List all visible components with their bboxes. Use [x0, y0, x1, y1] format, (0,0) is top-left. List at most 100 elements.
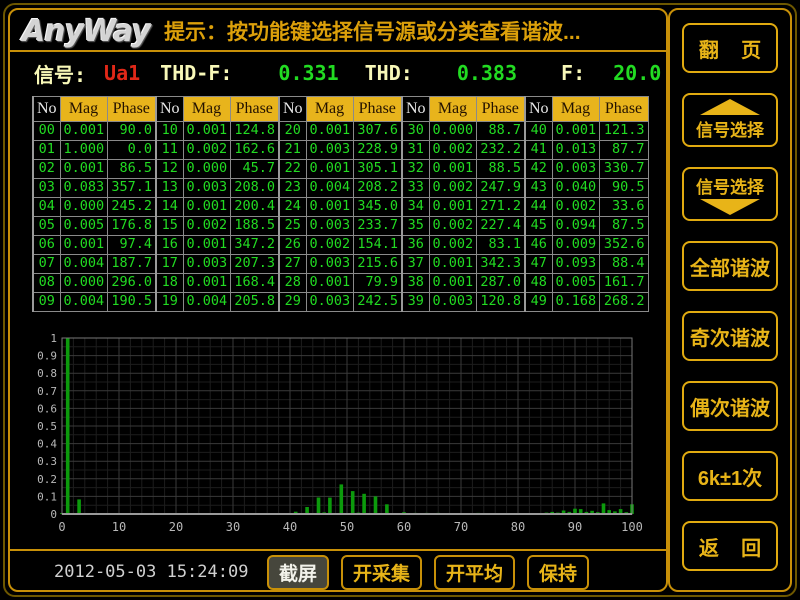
harmonic-mag: 0.001: [306, 160, 353, 179]
sidebar-button-6k-plus-minus-1[interactable]: 6k±1次: [682, 451, 778, 501]
harmonic-mag: 0.083: [60, 179, 107, 198]
svg-text:0: 0: [50, 508, 57, 521]
sidebar-button-label: 返 回: [699, 532, 761, 561]
harmonic-no: 24: [279, 198, 306, 217]
harmonic-mag: 0.001: [429, 198, 476, 217]
harmonic-no: 14: [156, 198, 183, 217]
harmonic-no: 31: [402, 141, 429, 160]
topbar: AnyWay 提示：按功能键选择信号源或分类查看谐波...: [22, 12, 662, 50]
harmonic-no: 12: [156, 160, 183, 179]
harmonic-mag: 0.004: [306, 179, 353, 198]
harmonic-mag: 0.001: [429, 160, 476, 179]
harmonic-no: 11: [156, 141, 183, 160]
svg-text:70: 70: [454, 520, 468, 534]
harmonic-phase: 162.6: [230, 141, 279, 160]
sidebar-button-label: 翻 页: [699, 34, 761, 63]
sidebar-button-signal-select-up[interactable]: 信号选择: [682, 93, 778, 147]
svg-text:0: 0: [58, 520, 65, 534]
sidebar-button-return[interactable]: 返 回: [682, 521, 778, 571]
footer-button-start-average[interactable]: 开平均: [434, 555, 515, 590]
harmonic-phase: 90.5: [599, 179, 648, 198]
table-header-no: No: [279, 97, 306, 122]
harmonic-phase: 307.6: [353, 122, 402, 141]
harmonic-phase: 287.0: [476, 274, 525, 293]
harmonic-no: 20: [279, 122, 306, 141]
hint-text: 提示：按功能键选择信号源或分类查看谐波...: [164, 16, 581, 46]
harmonic-no: 45: [525, 217, 552, 236]
signal-summary-row: 信号: Ua1 THD-F: 0.331 THD: 0.383 F: 20.0: [34, 58, 660, 88]
harmonic-mag: 0.000: [60, 274, 107, 293]
svg-text:0.3: 0.3: [37, 455, 57, 468]
harmonic-no: 29: [279, 293, 306, 312]
harmonic-no: 26: [279, 236, 306, 255]
analyzer-screen: AnyWay 提示：按功能键选择信号源或分类查看谐波... 信号: Ua1 TH…: [0, 0, 800, 600]
svg-text:0.1: 0.1: [37, 490, 57, 503]
harmonic-mag: 0.000: [60, 198, 107, 217]
harmonic-phase: 83.1: [476, 236, 525, 255]
sidebar-button-even-harmonics[interactable]: 偶次谐波: [682, 381, 778, 431]
harmonic-bar: [305, 507, 309, 514]
harmonic-no: 48: [525, 274, 552, 293]
harmonic-mag: 0.001: [60, 122, 107, 141]
harmonic-mag: 0.001: [183, 236, 230, 255]
sidebar-button-label: 信号选择: [696, 173, 764, 198]
table-header-mag: Mag: [552, 97, 599, 122]
harmonic-no: 00: [33, 122, 60, 141]
harmonic-mag: 0.002: [429, 141, 476, 160]
table-row: 080.000296.0180.001168.4280.00179.9380.0…: [33, 274, 648, 293]
harmonic-no: 02: [33, 160, 60, 179]
harmonic-mag: 0.001: [429, 274, 476, 293]
harmonic-mag: 0.001: [183, 274, 230, 293]
harmonic-no: 27: [279, 255, 306, 274]
harmonic-no: 43: [525, 179, 552, 198]
svg-text:60: 60: [397, 520, 411, 534]
harmonic-mag: 0.001: [183, 122, 230, 141]
thdf-label: THD-F:: [160, 61, 232, 85]
sidebar-button-all-harmonics[interactable]: 全部谐波: [682, 241, 778, 291]
svg-text:80: 80: [511, 520, 525, 534]
harmonic-phase: 208.0: [230, 179, 279, 198]
table-header-phase: Phase: [230, 97, 279, 122]
svg-text:0.9: 0.9: [37, 350, 57, 363]
footer-buttons: 截屏开采集开平均保持: [267, 555, 589, 590]
sidebar-button-label: 6k±1次: [698, 462, 762, 491]
table-header-mag: Mag: [60, 97, 107, 122]
harmonic-no: 23: [279, 179, 306, 198]
harmonic-mag: 0.003: [552, 160, 599, 179]
harmonic-mag: 0.005: [60, 217, 107, 236]
harmonic-no: 06: [33, 236, 60, 255]
harmonic-mag: 0.003: [306, 255, 353, 274]
table-header-mag: Mag: [429, 97, 476, 122]
harmonic-phase: 154.1: [353, 236, 402, 255]
harmonic-phase: 88.5: [476, 160, 525, 179]
sidebar-button-signal-select-down[interactable]: 信号选择: [682, 167, 778, 221]
footer-button-screenshot[interactable]: 截屏: [267, 555, 329, 590]
harmonic-phase: 168.4: [230, 274, 279, 293]
harmonic-phase: 227.4: [476, 217, 525, 236]
harmonic-no: 46: [525, 236, 552, 255]
harmonic-phase: 33.6: [599, 198, 648, 217]
harmonic-no: 17: [156, 255, 183, 274]
harmonic-no: 35: [402, 217, 429, 236]
sidebar-button-odd-harmonics[interactable]: 奇次谐波: [682, 311, 778, 361]
frequency-label: F:: [561, 61, 585, 85]
frequency-value: 20.0: [613, 61, 661, 85]
harmonic-mag: 0.001: [306, 122, 353, 141]
harmonic-no: 39: [402, 293, 429, 312]
harmonic-mag: 0.005: [552, 274, 599, 293]
harmonic-no: 38: [402, 274, 429, 293]
harmonic-no: 49: [525, 293, 552, 312]
harmonic-no: 32: [402, 160, 429, 179]
sidebar-button-page-flip[interactable]: 翻 页: [682, 23, 778, 73]
footer-button-start-acquire[interactable]: 开采集: [341, 555, 422, 590]
harmonic-no: 42: [525, 160, 552, 179]
harmonic-bar: [362, 494, 366, 514]
harmonic-no: 03: [33, 179, 60, 198]
footer-button-hold[interactable]: 保持: [527, 555, 589, 590]
harmonics-bar-chart-svg: 00.10.20.30.40.50.60.70.80.9101020304050…: [26, 332, 646, 546]
table-header-no: No: [33, 97, 60, 122]
harmonic-phase: 208.2: [353, 179, 402, 198]
harmonic-no: 40: [525, 122, 552, 141]
harmonic-phase: 330.7: [599, 160, 648, 179]
harmonic-phase: 188.5: [230, 217, 279, 236]
